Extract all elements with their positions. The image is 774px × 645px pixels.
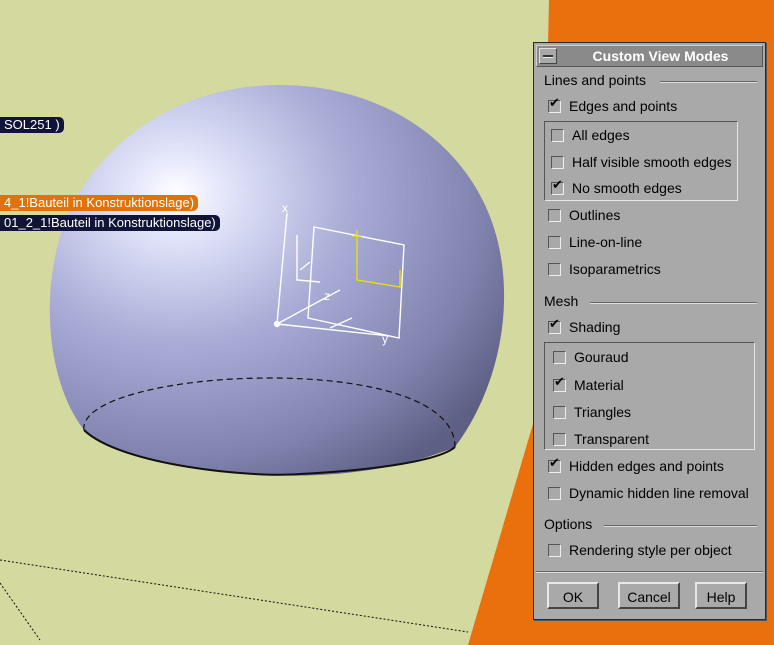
section-mesh: Mesh	[544, 293, 579, 309]
checkbox-gouraud[interactable]: Gouraud	[553, 347, 628, 367]
checkbox-label: No smooth edges	[572, 180, 682, 196]
checkbox-box[interactable]	[548, 543, 561, 557]
checkbox-dynamic-hidden-line-removal[interactable]: Dynamic hidden line removal	[548, 483, 749, 503]
help-button[interactable]: Help	[695, 582, 747, 609]
checkbox-label: Outlines	[569, 207, 621, 223]
checkbox-box[interactable]	[548, 235, 561, 249]
checkbox-material[interactable]: Material	[553, 375, 624, 395]
tree-label-sol251[interactable]: SOL251 )	[0, 117, 64, 133]
checkbox-half-visible-smooth-edges[interactable]: Half visible smooth edges	[551, 152, 732, 172]
checkbox-label: Shading	[569, 319, 621, 335]
dialog-titlebar[interactable]: Custom View Modes	[536, 45, 763, 67]
section-options: Options	[544, 516, 593, 532]
checkbox-no-smooth-edges[interactable]: No smooth edges	[551, 178, 682, 198]
checkbox-triangles[interactable]: Triangles	[553, 402, 631, 422]
checkbox-box[interactable]	[548, 486, 561, 500]
checkbox-box[interactable]	[548, 262, 561, 276]
window-menu-icon	[543, 55, 553, 58]
checkbox-box[interactable]	[553, 405, 566, 419]
checkbox-label: Triangles	[574, 404, 632, 420]
checkbox-label: Rendering style per object	[569, 542, 732, 558]
checkbox-box[interactable]	[551, 128, 564, 142]
checkbox-label: Dynamic hidden line removal	[569, 485, 749, 501]
checkbox-box[interactable]	[548, 317, 561, 334]
window-menu-button[interactable]	[539, 48, 557, 64]
checkbox-edges-and-points[interactable]: Edges and points	[548, 96, 677, 116]
checkbox-rendering-style-per-object[interactable]: Rendering style per object	[548, 540, 732, 560]
checkbox-outlines[interactable]: Outlines	[548, 205, 620, 225]
checkbox-line-on-line[interactable]: Line-on-line	[548, 232, 642, 252]
tree-label-bauteil-selected[interactable]: 4_1!Bauteil in Konstruktionslage)	[0, 195, 199, 211]
custom-view-modes-dialog: Custom View Modes Lines and points Edges…	[533, 42, 766, 620]
checkbox-label: Hidden edges and points	[569, 458, 724, 474]
button-separator	[536, 571, 763, 573]
checkbox-box[interactable]	[551, 178, 564, 195]
checkbox-box[interactable]	[548, 456, 561, 473]
checkbox-label: Half visible smooth edges	[572, 154, 732, 170]
tree-label-bauteil[interactable]: 01_2_1!Bauteil in Konstruktionslage)	[0, 215, 220, 231]
checkbox-box[interactable]	[548, 96, 561, 113]
section-lines-and-points: Lines and points	[544, 72, 646, 88]
ok-button[interactable]: OK	[547, 582, 599, 609]
checkbox-label: Transparent	[574, 431, 649, 447]
checkbox-label: Isoparametrics	[569, 261, 661, 277]
checkbox-hidden-edges-and-points[interactable]: Hidden edges and points	[548, 456, 724, 476]
checkbox-box[interactable]	[553, 432, 566, 446]
axis-label-x: x	[282, 201, 288, 215]
checkbox-shading[interactable]: Shading	[548, 317, 620, 337]
checkbox-box[interactable]	[548, 208, 561, 222]
checkbox-label: Material	[574, 377, 624, 393]
checkbox-label: Gouraud	[574, 349, 629, 365]
checkbox-all-edges[interactable]: All edges	[551, 125, 630, 145]
checkbox-label: All edges	[572, 127, 630, 143]
checkbox-label: Edges and points	[569, 98, 678, 114]
cancel-button[interactable]: Cancel	[618, 582, 680, 609]
axis-label-y: y	[382, 332, 388, 346]
checkbox-isoparametrics[interactable]: Isoparametrics	[548, 259, 661, 279]
checkbox-box[interactable]	[553, 350, 566, 364]
section-divider	[604, 525, 757, 527]
sphere-cap	[49, 85, 505, 476]
construction-line	[0, 559, 469, 633]
dialog-title: Custom View Modes	[592, 48, 729, 64]
section-divider	[590, 302, 757, 304]
construction-line-2	[0, 582, 41, 641]
axis-label-z: z	[324, 289, 330, 303]
section-divider	[660, 81, 757, 83]
checkbox-box[interactable]	[551, 155, 564, 169]
checkbox-box[interactable]	[553, 375, 566, 392]
checkbox-label: Line-on-line	[569, 234, 643, 250]
checkbox-transparent[interactable]: Transparent	[553, 429, 649, 449]
